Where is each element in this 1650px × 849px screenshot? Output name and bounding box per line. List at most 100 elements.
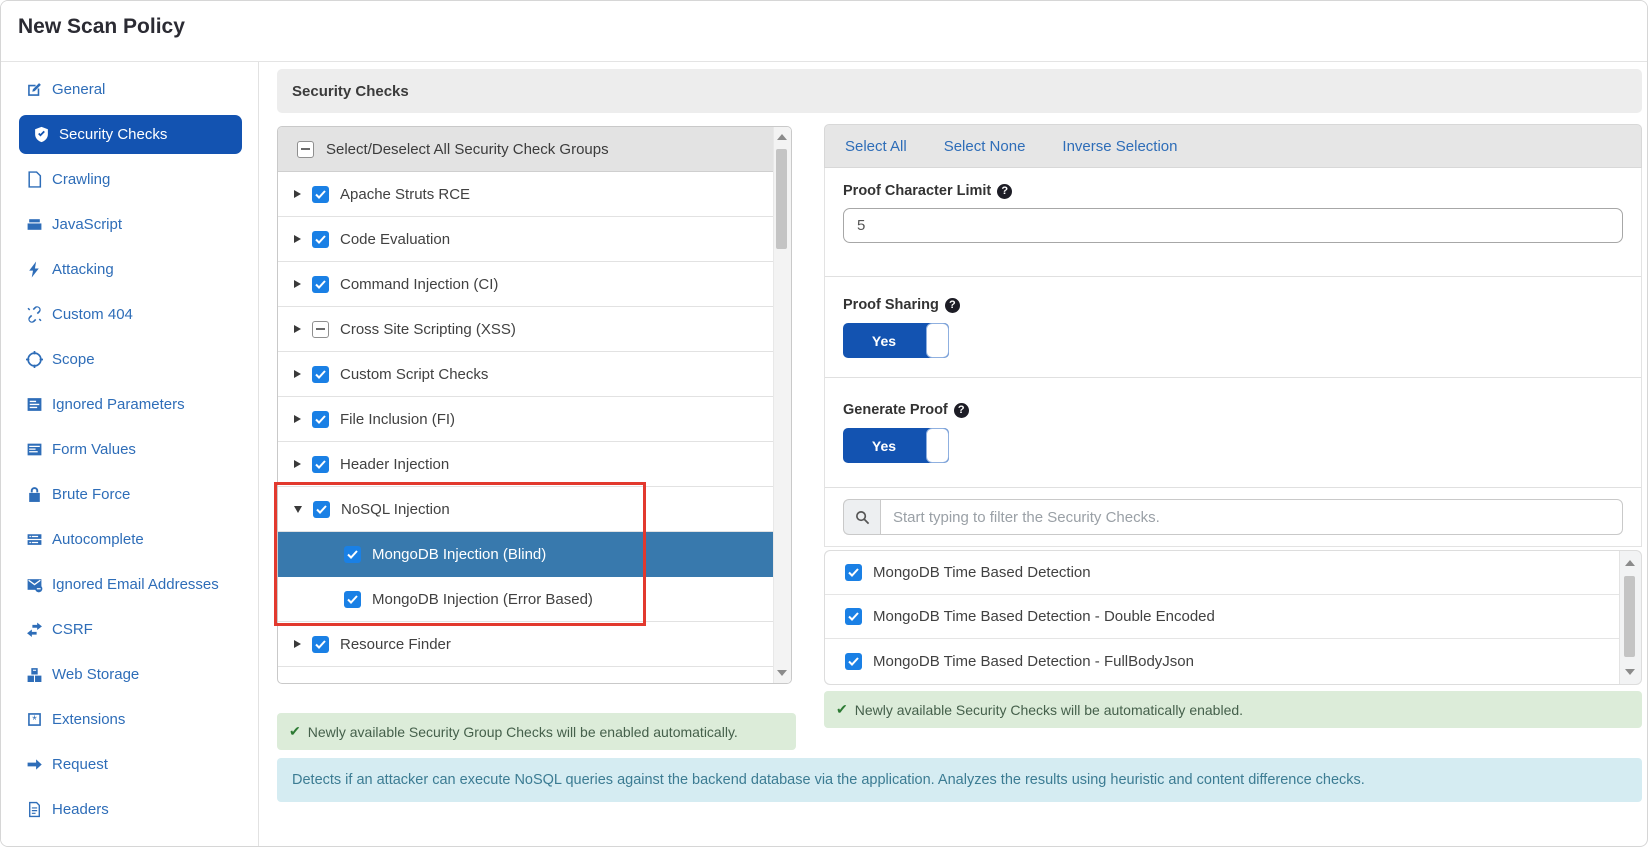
scroll-up-icon[interactable] xyxy=(1625,560,1635,566)
tree-group-row[interactable]: NoSQL Injection xyxy=(278,487,774,532)
checked-checkbox-icon[interactable] xyxy=(313,501,330,518)
caret-right-icon[interactable] xyxy=(294,370,301,378)
caret-right-icon[interactable] xyxy=(294,325,301,333)
checked-checkbox-icon[interactable] xyxy=(312,276,329,293)
checked-checkbox-icon[interactable] xyxy=(312,366,329,383)
help-icon[interactable]: ? xyxy=(997,184,1012,199)
sidebar-item-scope[interactable]: Scope xyxy=(1,337,258,382)
proof-sharing-toggle[interactable]: Yes xyxy=(843,323,949,358)
new-scan-policy-dialog: New Scan Policy GeneralSecurity ChecksCr… xyxy=(0,0,1648,847)
sidebar-item-label: Attacking xyxy=(52,261,114,278)
select-deselect-all-row[interactable]: Select/Deselect All Security Check Group… xyxy=(278,127,774,172)
sidebar-item-label: Scope xyxy=(52,351,95,368)
select-all-link[interactable]: Select All xyxy=(845,138,907,155)
checked-checkbox-icon[interactable] xyxy=(312,231,329,248)
sidebar-item-autocomplete[interactable]: Autocomplete xyxy=(1,517,258,562)
nosql-injection-description-note: Detects if an attacker can execute NoSQL… xyxy=(277,758,1642,802)
security-check-row[interactable]: MongoDB Time Based Detection - FullBodyJ… xyxy=(825,639,1619,683)
toggle-value: Yes xyxy=(843,428,925,463)
caret-down-icon[interactable] xyxy=(294,506,302,513)
lock-icon xyxy=(25,486,43,503)
checked-checkbox-icon[interactable] xyxy=(845,653,862,670)
sidebar-item-request[interactable]: Request xyxy=(1,742,258,787)
caret-right-icon[interactable] xyxy=(294,415,301,423)
scrollbar-thumb[interactable] xyxy=(1624,576,1635,657)
checked-checkbox-icon[interactable] xyxy=(845,608,862,625)
filter-input[interactable] xyxy=(880,499,1623,535)
select-none-link[interactable]: Select None xyxy=(944,138,1026,155)
security-check-row[interactable]: MongoDB Time Based Detection xyxy=(825,551,1619,595)
checked-checkbox-icon[interactable] xyxy=(312,186,329,203)
checks-auto-enable-note: ✔ Newly available Security Checks will b… xyxy=(824,691,1642,728)
checked-checkbox-icon[interactable] xyxy=(344,546,361,563)
sidebar-item-attacking[interactable]: Attacking xyxy=(1,247,258,292)
sidebar-item-csrf[interactable]: CSRF xyxy=(1,607,258,652)
tree-group-row[interactable]: Cross Site Scripting (XSS) xyxy=(278,307,774,352)
checked-checkbox-icon[interactable] xyxy=(312,456,329,473)
tree-group-label: Header Injection xyxy=(340,456,449,473)
caret-right-icon[interactable] xyxy=(294,235,301,243)
checks-list-scrollbar[interactable] xyxy=(1620,551,1641,684)
generate-proof-section: Generate Proof ? Yes xyxy=(825,378,1641,488)
scrollbar-thumb[interactable] xyxy=(776,149,787,249)
help-icon[interactable]: ? xyxy=(945,298,960,313)
tree-check-row[interactable]: MongoDB Injection (Error Based) xyxy=(278,577,774,622)
tree-group-row[interactable]: Apache Struts RCE xyxy=(278,172,774,217)
storage-boxes-icon xyxy=(25,666,43,683)
tree-group-row[interactable]: Header Injection xyxy=(278,442,774,487)
generate-proof-toggle[interactable]: Yes xyxy=(843,428,949,463)
sidebar-item-general[interactable]: General xyxy=(1,67,258,112)
proof-character-limit-input[interactable] xyxy=(843,208,1623,243)
checks-toolbar: Select All Select None Inverse Selection xyxy=(824,124,1642,168)
sidebar-item-custom-404[interactable]: Custom 404 xyxy=(1,292,258,337)
sidebar-item-javascript[interactable]: JavaScript xyxy=(1,202,258,247)
tree-group-row[interactable]: File Inclusion (FI) xyxy=(278,397,774,442)
caret-right-icon[interactable] xyxy=(294,460,301,468)
sidebar-item-ignored-parameters[interactable]: Ignored Parameters xyxy=(1,382,258,427)
mail-minus-icon xyxy=(25,576,43,593)
sidebar-item-label: Custom 404 xyxy=(52,306,133,323)
inverse-selection-link[interactable]: Inverse Selection xyxy=(1062,138,1177,155)
sidebar-item-crawling[interactable]: Crawling xyxy=(1,157,258,202)
tree-group-label: Cross Site Scripting (XSS) xyxy=(340,321,516,338)
checked-checkbox-icon[interactable] xyxy=(312,636,329,653)
scroll-down-icon[interactable] xyxy=(777,670,787,676)
tree-scrollbar[interactable] xyxy=(773,127,791,683)
sidebar-item-web-storage[interactable]: Web Storage xyxy=(1,652,258,697)
sidebar-item-label: JavaScript xyxy=(52,216,122,233)
sidebar: GeneralSecurity ChecksCrawling JavaScript… xyxy=(1,62,259,846)
caret-right-icon[interactable] xyxy=(294,280,301,288)
security-checks-list: MongoDB Time Based DetectionMongoDB Time… xyxy=(824,550,1642,685)
security-check-row[interactable]: MongoDB Time Based Detection - Double En… xyxy=(825,595,1619,639)
swap-arrows-icon xyxy=(25,621,43,638)
bolt-icon xyxy=(25,261,43,278)
tree-group-row[interactable]: Resource Finder xyxy=(278,622,774,667)
toggle-knob xyxy=(926,323,949,358)
tree-check-row[interactable]: MongoDB Injection (Blind) xyxy=(278,532,774,577)
sidebar-item-label: Request xyxy=(52,756,108,773)
sidebar-item-brute-force[interactable]: Brute Force xyxy=(1,472,258,517)
checked-checkbox-icon[interactable] xyxy=(344,591,361,608)
tree-group-label: File Inclusion (FI) xyxy=(340,411,455,428)
indeterminate-checkbox-icon[interactable] xyxy=(312,321,329,338)
sidebar-item-label: Web Storage xyxy=(52,666,139,683)
tree-group-row[interactable]: Code Evaluation xyxy=(278,217,774,262)
sidebar-item-label: Autocomplete xyxy=(52,531,144,548)
sidebar-item-form-values[interactable]: Form Values xyxy=(1,427,258,472)
sidebar-item-ignored-email-addresses[interactable]: Ignored Email Addresses xyxy=(1,562,258,607)
caret-right-icon[interactable] xyxy=(294,190,301,198)
checked-checkbox-icon[interactable] xyxy=(845,564,862,581)
checked-checkbox-icon[interactable] xyxy=(312,411,329,428)
tree-group-row[interactable]: Custom Script Checks xyxy=(278,352,774,397)
generate-proof-label: Generate Proof xyxy=(843,402,948,418)
sidebar-item-extensions[interactable]: *Extensions xyxy=(1,697,258,742)
scroll-down-icon[interactable] xyxy=(1625,669,1635,675)
indeterminate-checkbox-icon[interactable] xyxy=(297,141,314,158)
table-box-icon xyxy=(25,441,43,458)
sidebar-item-headers[interactable]: Headers xyxy=(1,787,258,832)
scroll-up-icon[interactable] xyxy=(777,134,787,140)
tree-group-row[interactable]: Command Injection (CI) xyxy=(278,262,774,307)
sidebar-item-security-checks[interactable]: Security Checks xyxy=(19,115,242,154)
caret-right-icon[interactable] xyxy=(294,640,301,648)
help-icon[interactable]: ? xyxy=(954,403,969,418)
